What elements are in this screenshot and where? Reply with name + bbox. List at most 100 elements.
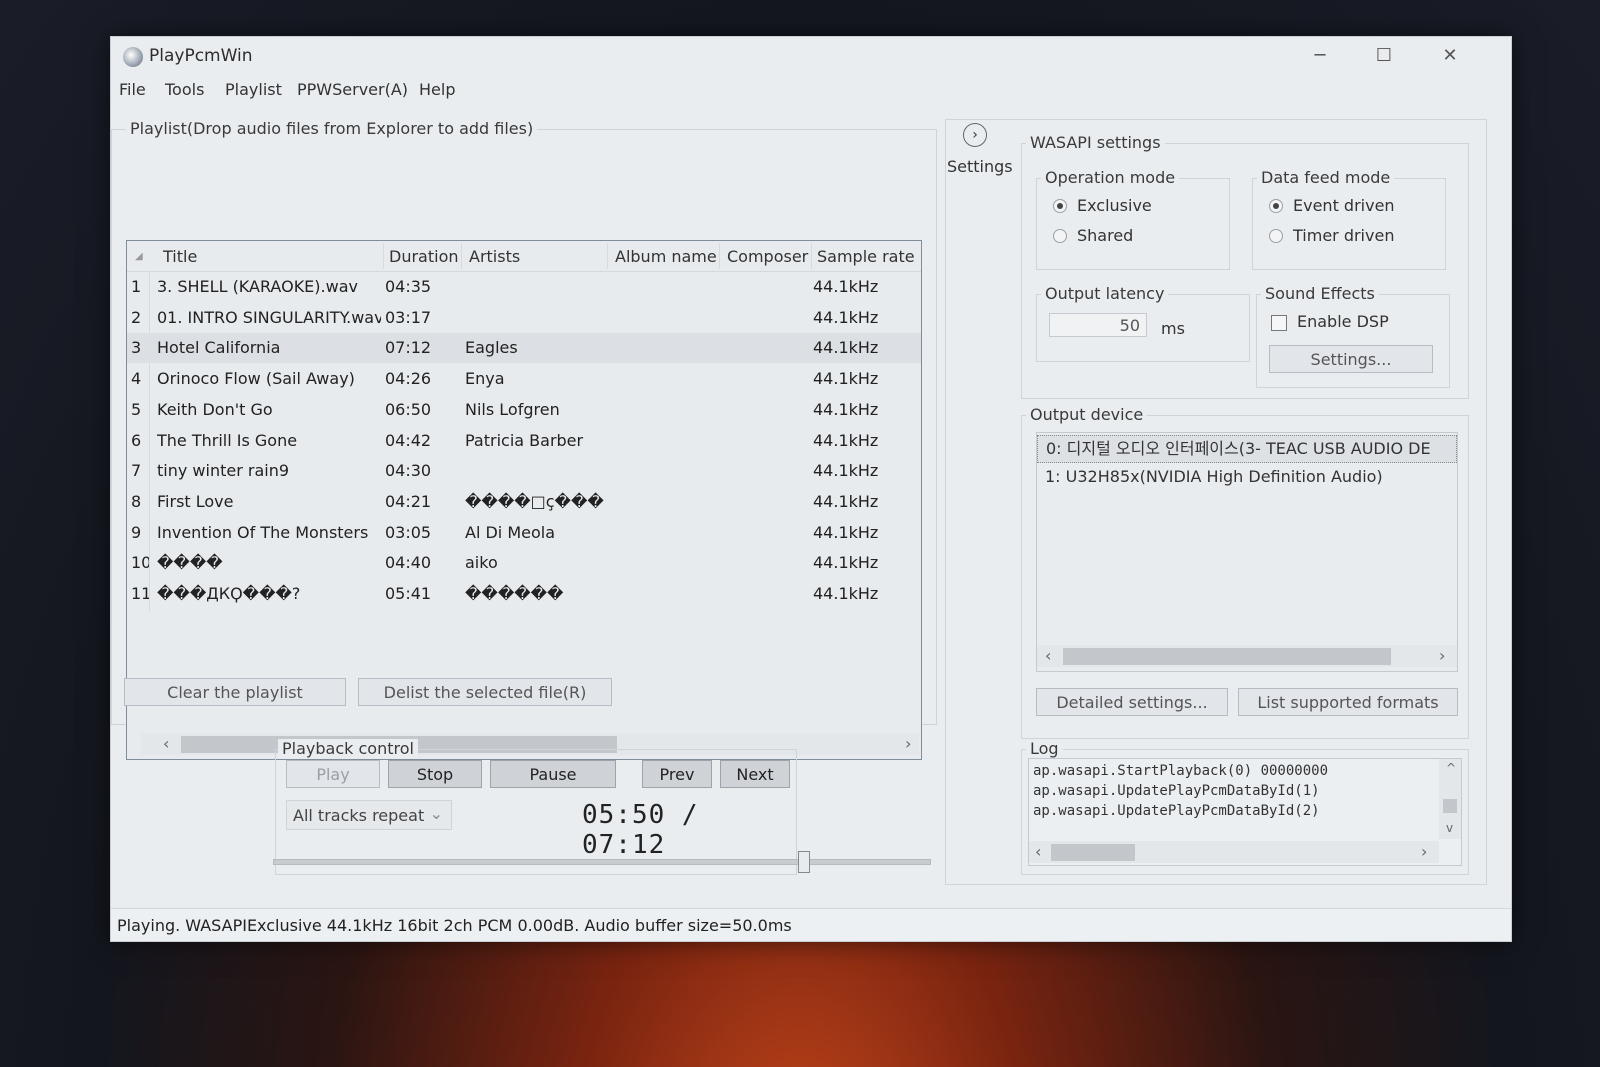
title-bar: PlayPcmWin ─ ☐ ✕ <box>111 37 1511 75</box>
device-hscrollbar[interactable]: ‹ › <box>1037 645 1457 667</box>
detailed-settings-button[interactable]: Detailed settings... <box>1036 688 1228 716</box>
table-row[interactable]: 1 3. SHELL (KARAOKE).wav 04:35 44.1kHz <box>127 272 921 302</box>
timer-driven-label[interactable]: Timer driven <box>1293 226 1394 245</box>
table-row[interactable]: 11 ���ДКϘ���? 05:41 ������ 44.1kHz <box>127 579 921 609</box>
col-sample-rate[interactable]: Sample rate <box>817 247 915 266</box>
cell-artists: ������ <box>465 584 564 603</box>
play-button[interactable]: Play <box>286 760 380 788</box>
scroll-left-icon[interactable]: ‹ <box>163 734 169 753</box>
log-group: Log ap.wasapi.StartPlayback(0) 00000000 … <box>1021 739 1469 875</box>
table-row[interactable]: 4 Orinoco Flow (Sail Away) 04:26 Enya 44.1kH… <box>127 364 921 394</box>
cell-sample-rate: 44.1kHz <box>813 277 879 296</box>
enable-dsp-checkbox[interactable] <box>1271 315 1287 331</box>
col-duration[interactable]: Duration <box>389 247 459 266</box>
exclusive-label[interactable]: Exclusive <box>1077 196 1152 215</box>
prev-button[interactable]: Prev <box>642 760 712 788</box>
menu-tools[interactable]: Tools <box>165 80 204 99</box>
seek-thumb[interactable] <box>798 851 811 873</box>
row-number: 5 <box>131 399 142 419</box>
scroll-right-icon[interactable]: › <box>1439 646 1445 665</box>
menu-ppwserver[interactable]: PPWServer(A) <box>297 80 408 99</box>
minimize-button[interactable]: ─ <box>1291 41 1349 71</box>
event-driven-label[interactable]: Event driven <box>1293 196 1395 215</box>
cell-title: ���� <box>157 553 223 573</box>
status-text: Playing. WASAPIExclusive 44.1kHz 16bit 2… <box>117 916 792 935</box>
cell-sample-rate: 44.1kHz <box>813 461 879 481</box>
menu-file[interactable]: File <box>119 80 146 99</box>
scroll-right-icon[interactable]: › <box>1421 842 1427 861</box>
pause-button[interactable]: Pause <box>490 760 616 788</box>
output-latency-label: Output latency <box>1041 284 1169 303</box>
repeat-mode-select[interactable]: All tracks repeat ⌄ <box>286 800 452 830</box>
scroll-left-icon[interactable]: ‹ <box>1045 646 1051 665</box>
shared-radio[interactable] <box>1053 229 1067 243</box>
cell-sample-rate: 44.1kHz <box>813 522 879 542</box>
stop-button[interactable]: Stop <box>388 760 482 788</box>
scroll-left-icon[interactable]: ‹ <box>1035 842 1041 861</box>
log-vscroll-thumb[interactable] <box>1443 799 1457 813</box>
log-label: Log <box>1026 739 1063 758</box>
cell-title: First Love <box>157 491 234 511</box>
scroll-down-icon[interactable]: v <box>1446 821 1453 835</box>
table-row[interactable]: 6 The Thrill Is Gone 04:42 Patricia Barber 4… <box>127 426 921 456</box>
log-hscrollbar[interactable]: ‹ › <box>1029 841 1439 863</box>
output-latency-input[interactable]: 50 <box>1049 313 1147 337</box>
device-item-1[interactable]: 1: U32H85x(NVIDIA High Definition Audio) <box>1045 467 1383 486</box>
col-composer[interactable]: Composer <box>727 247 808 266</box>
dsp-settings-button[interactable]: Settings... <box>1269 345 1433 373</box>
cell-sample-rate: 44.1kHz <box>813 307 879 327</box>
latency-unit: ms <box>1161 319 1185 338</box>
settings-toggle-icon[interactable]: › <box>963 123 987 147</box>
log-line: ap.wasapi.UpdatePlayPcmDataById(2) <box>1033 803 1320 819</box>
log-scroll-thumb[interactable] <box>1051 844 1135 861</box>
event-driven-radio[interactable] <box>1269 199 1283 213</box>
operation-mode-label: Operation mode <box>1041 168 1180 187</box>
table-row[interactable]: 10 ���� 04:40 aiko 44.1kHz <box>127 548 921 578</box>
exclusive-radio[interactable] <box>1053 199 1067 213</box>
playlist-group: Playlist(Drop audio files from Explorer … <box>111 119 937 760</box>
shared-label[interactable]: Shared <box>1077 226 1133 245</box>
cell-artists: Patricia Barber <box>465 430 584 450</box>
device-item-0[interactable]: 0: 디지털 오디오 인터페이스(3- TEAC USB AUDIO DE <box>1037 435 1457 463</box>
table-row[interactable]: 8 First Love 04:21 ����□ç��� 44.1kHz <box>127 487 921 517</box>
scroll-right-icon[interactable]: › <box>905 734 911 753</box>
table-row[interactable]: 2 01. INTRO SINGULARITY.wav 03:17 44.1kHz <box>127 303 921 333</box>
sort-indicator-icon: ◢ <box>135 251 143 262</box>
menu-help[interactable]: Help <box>419 80 455 99</box>
log-vscrollbar[interactable]: ^ v <box>1439 759 1461 839</box>
row-number: 2 <box>131 307 142 327</box>
maximize-button[interactable]: ☐ <box>1355 41 1413 71</box>
col-title[interactable]: Title <box>163 247 197 266</box>
cell-artists: ����□ç��� <box>465 491 604 511</box>
next-button[interactable]: Next <box>720 760 790 788</box>
enable-dsp-label[interactable]: Enable DSP <box>1297 312 1389 331</box>
row-number: 8 <box>131 491 142 511</box>
cell-sample-rate: 44.1kHz <box>813 491 879 511</box>
log-textbox[interactable]: ap.wasapi.StartPlayback(0) 00000000 ap.w… <box>1028 758 1462 866</box>
row-number: 4 <box>131 369 142 389</box>
cell-sample-rate: 44.1kHz <box>813 430 879 450</box>
cell-duration: 04:26 <box>385 369 432 389</box>
col-artists[interactable]: Artists <box>469 247 520 266</box>
table-row[interactable]: 7 tiny winter rain9 04:30 44.1kHz <box>127 456 921 486</box>
output-device-list[interactable]: 0: 디지털 오디오 인터페이스(3- TEAC USB AUDIO DE 1:… <box>1036 432 1458 672</box>
clear-playlist-button[interactable]: Clear the playlist <box>124 678 346 706</box>
row-number: 3 <box>131 338 142 358</box>
cell-duration: 03:05 <box>385 522 432 542</box>
table-row[interactable]: 9 Invention Of The Monsters 03:05 Al Di Meo… <box>127 518 921 548</box>
seek-track[interactable] <box>273 859 931 865</box>
list-supported-formats-button[interactable]: List supported formats <box>1238 688 1458 716</box>
cell-duration: 05:41 <box>385 584 432 603</box>
close-button[interactable]: ✕ <box>1421 41 1479 71</box>
timer-driven-radio[interactable] <box>1269 229 1283 243</box>
cell-title: 3. SHELL (KARAOKE).wav <box>157 277 358 296</box>
delist-selected-button[interactable]: Delist the selected file(R) <box>358 678 612 706</box>
device-scroll-thumb[interactable] <box>1063 648 1391 665</box>
scroll-up-icon[interactable]: ^ <box>1446 761 1456 775</box>
table-row[interactable]: 3 Hotel California 07:12 Eagles 44.1kHz <box>127 333 921 364</box>
cell-sample-rate: 44.1kHz <box>813 399 879 419</box>
col-album[interactable]: Album name <box>615 247 717 266</box>
menu-playlist[interactable]: Playlist <box>225 80 282 99</box>
table-row[interactable]: 5 Keith Don't Go 06:50 Nils Lofgren 44.1kHz <box>127 395 921 425</box>
settings-toggle-label[interactable]: Settings <box>947 157 1013 176</box>
